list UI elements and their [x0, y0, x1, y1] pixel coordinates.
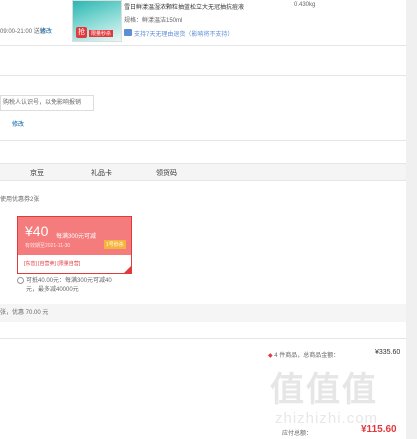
watermark: 值值值	[270, 371, 378, 409]
total-value: ¥115.60	[361, 424, 397, 435]
product-weight: 0.430kg	[294, 2, 316, 8]
tab-pickup-code[interactable]: 领货码	[156, 168, 177, 178]
section-divider	[0, 338, 406, 339]
summary-items-value: ¥335.60	[375, 349, 401, 356]
bullet-icon: ◆	[268, 353, 273, 359]
invoice-notice: 购税人认识号，以免影响报销	[0, 95, 94, 111]
return-policy-text: 支持7天无理由退货（影响将不支持）	[134, 32, 234, 38]
tab-gift-card[interactable]: 礼品卡	[91, 168, 112, 178]
scrollbar[interactable]	[406, 0, 417, 439]
coupon-note: 可抵40.00元：每满300元可减40元，最多减40000元	[26, 278, 112, 293]
delivery-time: 09:00-21:00 送达	[0, 29, 46, 35]
return-policy-icon	[124, 29, 132, 36]
coupon-bottom: [东音] [自营卖] [限量自营]	[18, 255, 131, 273]
total-label: 应付总额：	[282, 431, 313, 437]
coupon-condition: 每满300元可减	[56, 234, 97, 240]
section-divider	[0, 45, 406, 46]
section-divider	[0, 75, 406, 76]
discount-summary-row: 张，优惠 70.00 元	[0, 304, 406, 322]
coupon-card[interactable]: ¥40 每满300元可减 有效期至2021-11-30 1号秒杀 [东音] [自…	[17, 216, 132, 274]
payment-tabs: 京豆 礼品卡 领货码	[0, 163, 406, 181]
coupon-badge: 1号秒杀	[104, 240, 126, 249]
product-image[interactable]: 抢 限量秒杀	[72, 0, 122, 42]
discount-summary: 张，优惠 70.00 元	[0, 310, 49, 316]
info-icon	[17, 277, 24, 284]
promo-sale-badge: 限量秒杀	[89, 30, 114, 37]
coupon-top: ¥40 每满300元可减 有效期至2021-11-30 1号秒杀	[18, 217, 131, 255]
delivery-modify-link[interactable]: 修改	[40, 26, 52, 35]
coupon-hint: 使用优惠券2张	[0, 197, 40, 203]
invoice-modify-link[interactable]: 修改	[12, 119, 24, 128]
coupon-amount: ¥40	[25, 223, 49, 239]
section-divider	[0, 140, 406, 141]
summary-items: ◆ 4 件商品，总商品金额：	[268, 353, 340, 359]
product-spec: 规格：鲜漾温洁150ml	[124, 18, 183, 24]
product-title[interactable]: 雪日鲜漾温湿浓颗粒抽蓝松立大无冠抽抗痘液	[124, 2, 289, 11]
coupon-valid-date: 有效期至2021-11-30	[25, 243, 71, 249]
promo-tag-icon: 抢	[76, 27, 87, 38]
tab-jd-beans[interactable]: 京豆	[30, 168, 44, 178]
coupon-scope: [东音] [自营卖] [限量自营]	[24, 261, 81, 267]
selected-corner-icon	[123, 265, 132, 274]
